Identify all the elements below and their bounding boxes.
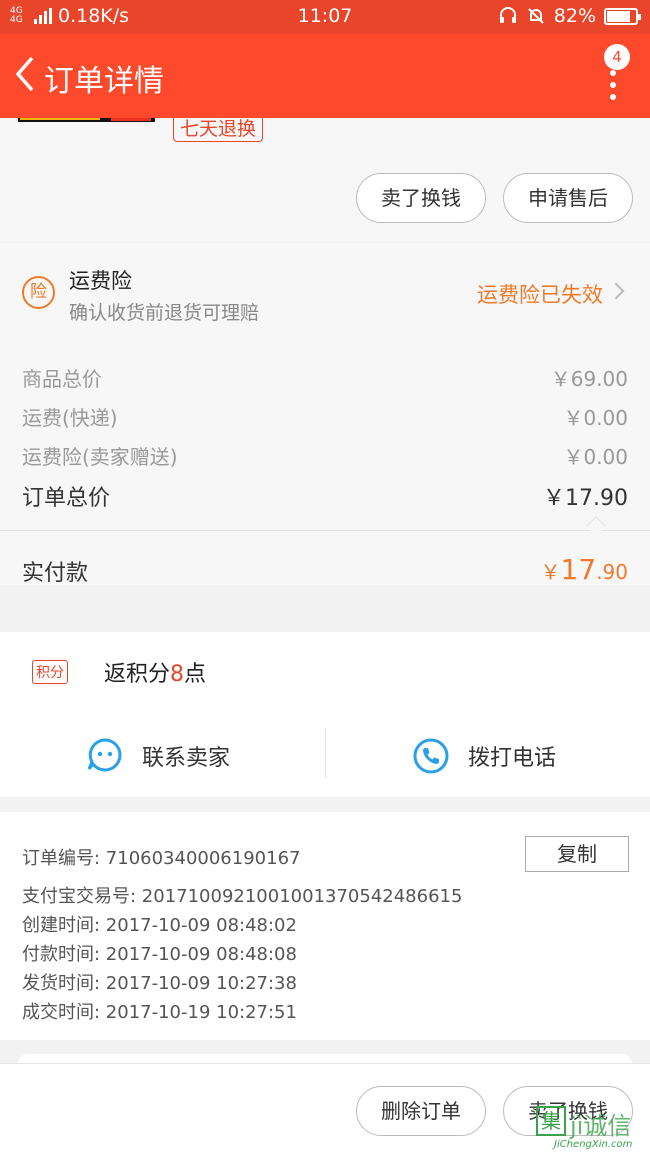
sell-for-cash-button[interactable]: 卖了换钱 xyxy=(356,173,486,223)
completed-time-row: 成交时间: 2017-10-19 10:27:51 xyxy=(22,1002,297,1023)
battery-fill xyxy=(607,10,630,22)
seven-day-return-tag: 七天退换 xyxy=(173,118,264,142)
paid-decimal: .90 xyxy=(596,560,628,584)
fee-value: ￥69.00 xyxy=(550,367,628,391)
fee-row-insurance: 运费险(卖家赠送) ￥0.00 xyxy=(22,441,628,470)
paid-label: 实付款 xyxy=(22,561,89,586)
paid-currency: ￥ xyxy=(540,560,561,584)
points-prefix: 返积分 xyxy=(104,662,171,687)
headset-icon xyxy=(499,7,516,23)
fee-row-goods: 商品总价 ￥69.00 xyxy=(22,363,628,392)
phone-icon xyxy=(413,738,449,774)
call-phone-label: 拨打电话 xyxy=(468,746,557,771)
insurance-status-link[interactable]: 运费险已失效 xyxy=(477,279,603,309)
delete-order-button[interactable]: 删除订单 xyxy=(356,1086,486,1136)
watermark-en: JiChengXin.com xyxy=(554,1139,633,1150)
status-bar: 4G 4G 0.18K/s 11:07 82% xyxy=(0,0,650,34)
watermark: 集 jì诚信 JiChengXin.com xyxy=(534,1106,646,1154)
points-number: 8 xyxy=(170,662,185,687)
divider xyxy=(0,530,650,531)
mute-bell-icon xyxy=(528,8,544,24)
pointer-notch xyxy=(586,516,606,536)
notification-badge: 4 xyxy=(604,44,630,70)
fee-label: 商品总价 xyxy=(22,367,102,391)
fee-label: 运费(快递) xyxy=(22,406,118,430)
points-section: 积分 返积分8点 联系卖家 拨打电话 xyxy=(0,632,650,797)
price-summary-section: 险 运费险 确认收货前退货可理赔 运费险已失效 商品总价 ￥69.00 运费(快… xyxy=(0,243,650,586)
contact-seller-button[interactable]: 联系卖家 xyxy=(86,732,230,780)
status-right: 82% xyxy=(498,5,641,27)
copy-button[interactable]: 复制 xyxy=(525,836,629,872)
order-number-row: 订单编号: 71060340006190167 xyxy=(22,848,301,869)
paid-value: ￥17.90 xyxy=(541,553,628,586)
insurance-badge: 险 xyxy=(22,276,55,309)
product-thumbnail[interactable] xyxy=(18,118,155,122)
points-suffix: 点 xyxy=(184,662,207,687)
battery-icon xyxy=(604,7,641,25)
action-divider xyxy=(325,728,326,778)
fee-row-shipping: 运费(快递) ￥0.00 xyxy=(22,402,628,431)
battery-text: 82% xyxy=(553,5,596,27)
order-total-value: ￥17.90 xyxy=(543,486,628,511)
after-sales-button[interactable]: 申请售后 xyxy=(503,173,633,223)
order-total-row: 订单总价 ￥17.90 xyxy=(22,480,628,512)
chevron-left-icon[interactable] xyxy=(10,54,40,94)
call-phone-button[interactable]: 拨打电话 xyxy=(412,732,556,780)
fee-value: ￥0.00 xyxy=(563,406,628,430)
paid-integer: 17 xyxy=(560,553,597,586)
insurance-subtitle: 确认收货前退货可理赔 xyxy=(69,302,260,324)
more-vertical-icon[interactable] xyxy=(610,70,620,106)
paid-time-row: 付款时间: 2017-10-09 08:48:08 xyxy=(22,944,297,965)
watermark-cn: jì诚信 xyxy=(570,1112,632,1140)
alipay-number-row: 支付宝交易号: 2017100921001001370542486615 xyxy=(22,886,463,907)
fee-value: ￥0.00 xyxy=(563,445,628,469)
fee-label: 运费险(卖家赠送) xyxy=(22,445,178,469)
page-title: 订单详情 xyxy=(44,64,164,99)
points-tag: 积分 xyxy=(32,660,68,684)
shipped-time-row: 发货时间: 2017-10-09 10:27:38 xyxy=(22,973,297,994)
chevron-right-icon xyxy=(607,282,625,300)
insurance-title: 运费险 xyxy=(69,269,132,293)
product-section: 七天退换 卖了换钱 申请售后 xyxy=(0,118,650,242)
order-total-label: 订单总价 xyxy=(22,486,111,511)
nav-bar: 订单详情 4 xyxy=(0,34,650,118)
created-time-row: 创建时间: 2017-10-09 08:48:02 xyxy=(22,915,297,936)
chat-bubble-icon xyxy=(87,738,122,772)
watermark-logo: 集 xyxy=(536,1106,566,1136)
contact-seller-label: 联系卖家 xyxy=(142,746,231,771)
order-info-section: 订单编号: 71060340006190167 复制 支付宝交易号: 20171… xyxy=(0,812,650,1040)
points-text: 返积分8点 xyxy=(104,656,206,688)
